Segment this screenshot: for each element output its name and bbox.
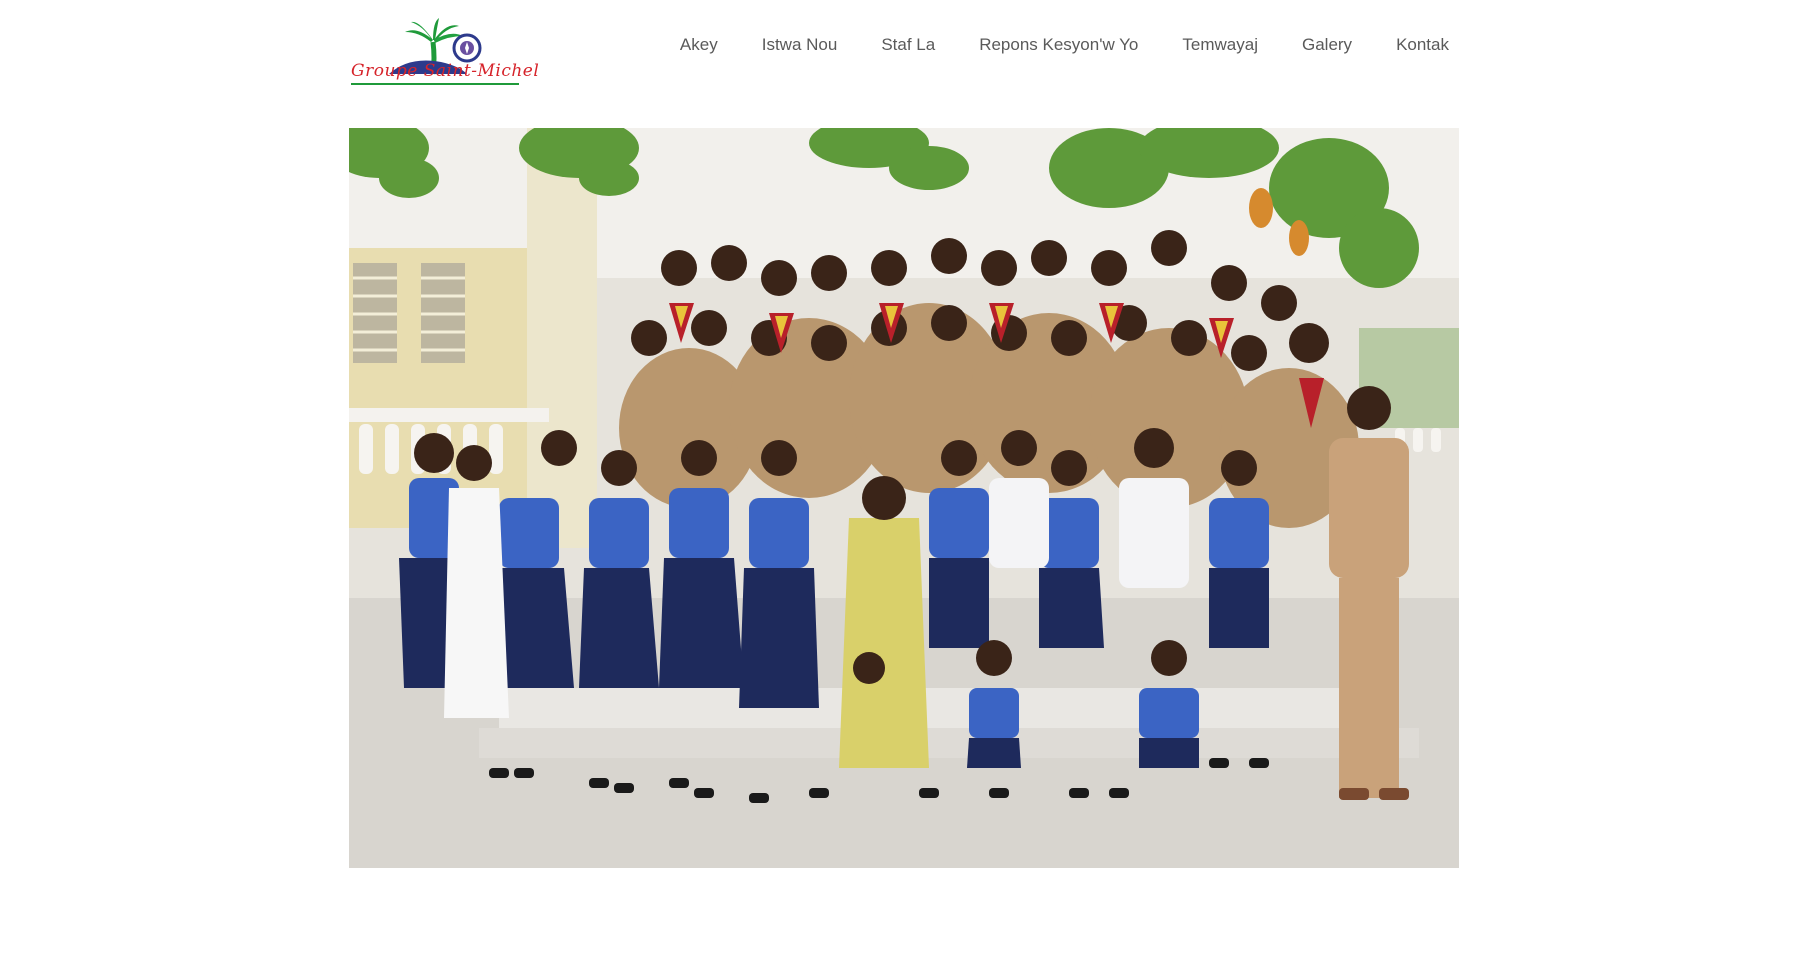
site-logo[interactable]: Groupe Saint-Michel <box>349 18 539 86</box>
nav-item-temwayaj[interactable]: Temwayaj <box>1160 30 1280 60</box>
nav-item-akey[interactable]: Akey <box>658 30 740 60</box>
main-nav: Akey Istwa Nou Staf La Repons Kesyon'w Y… <box>658 30 1449 60</box>
site-header: Groupe Saint-Michel Akey Istwa Nou Staf … <box>349 0 1459 100</box>
nav-item-repons-kesyon[interactable]: Repons Kesyon'w Yo <box>957 30 1160 60</box>
nav-item-kontak[interactable]: Kontak <box>1374 30 1449 60</box>
nav-item-staf-la[interactable]: Staf La <box>859 30 957 60</box>
logo-text: Groupe Saint-Michel <box>351 61 540 81</box>
hero-group-photo <box>349 128 1459 868</box>
nav-item-istwa-nou[interactable]: Istwa Nou <box>740 30 860 60</box>
nav-item-galery[interactable]: Galery <box>1280 30 1374 60</box>
